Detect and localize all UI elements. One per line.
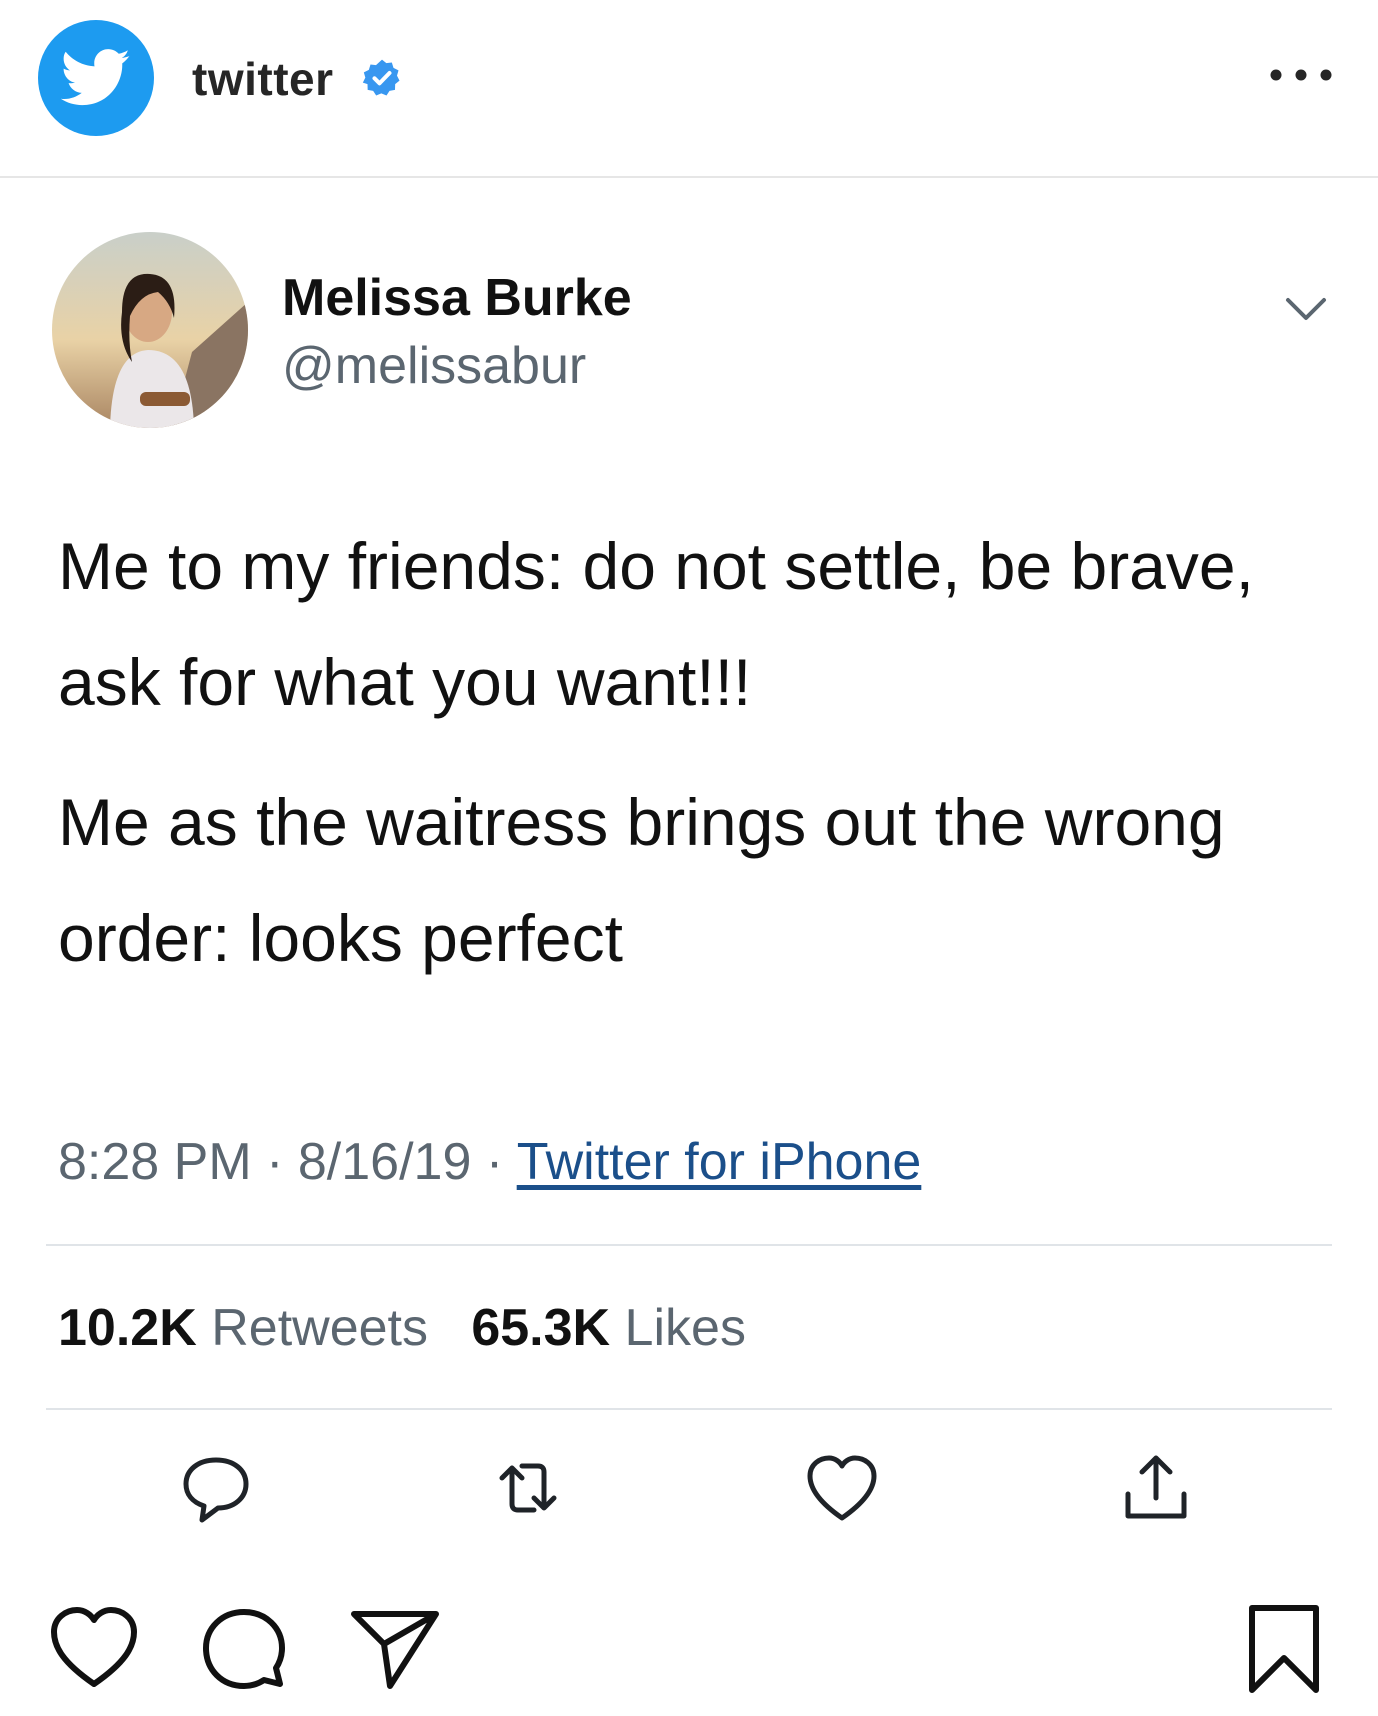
profile-avatar[interactable] — [52, 232, 248, 428]
tweet-paragraph: Me to my friends: do not settle, be brav… — [58, 529, 1254, 719]
retweets-count[interactable]: 10.2K — [58, 1299, 197, 1357]
display-name[interactable]: Melissa Burke — [282, 268, 632, 328]
tweet-paragraph: Me as the waitress brings out the wrong … — [58, 785, 1225, 975]
bookmark-icon[interactable] — [1236, 1600, 1332, 1696]
header-divider — [0, 176, 1378, 178]
tweet-date: 8/16/19 — [297, 1133, 472, 1191]
tweet-stats: 10.2K Retweets 65.3K Likes — [58, 1298, 746, 1358]
reply-icon[interactable] — [176, 1448, 256, 1528]
tweet-source-link[interactable]: Twitter for iPhone — [517, 1133, 922, 1191]
comment-icon[interactable] — [196, 1600, 292, 1696]
share-icon[interactable] — [1116, 1448, 1196, 1528]
verified-badge-icon — [362, 59, 400, 96]
divider — [46, 1244, 1332, 1246]
likes-label[interactable]: Likes — [625, 1299, 746, 1357]
post-header: twitter — [0, 0, 1378, 178]
divider — [46, 1408, 1332, 1410]
heart-icon[interactable] — [46, 1600, 142, 1696]
account-avatar[interactable] — [38, 20, 154, 136]
tweet-time: 8:28 PM — [58, 1133, 252, 1191]
chevron-down-icon[interactable] — [1282, 290, 1330, 330]
twitter-bird-icon — [61, 49, 130, 106]
send-icon[interactable] — [346, 1600, 442, 1696]
retweets-label[interactable]: Retweets — [211, 1299, 428, 1357]
tweet-meta: 8:28 PM · 8/16/19 · Twitter for iPhone — [58, 1132, 921, 1192]
meta-separator: · — [485, 1133, 504, 1191]
user-handle[interactable]: @melissabur — [282, 336, 586, 396]
tweet-text: Me to my friends: do not settle, be brav… — [58, 508, 1298, 1020]
more-options-icon[interactable] — [1266, 60, 1336, 90]
meta-separator: · — [266, 1133, 284, 1191]
account-name[interactable]: twitter — [192, 52, 334, 106]
retweet-icon[interactable] — [488, 1448, 568, 1528]
profile-photo — [52, 232, 248, 428]
like-icon[interactable] — [802, 1448, 882, 1528]
likes-count[interactable]: 65.3K — [471, 1299, 610, 1357]
